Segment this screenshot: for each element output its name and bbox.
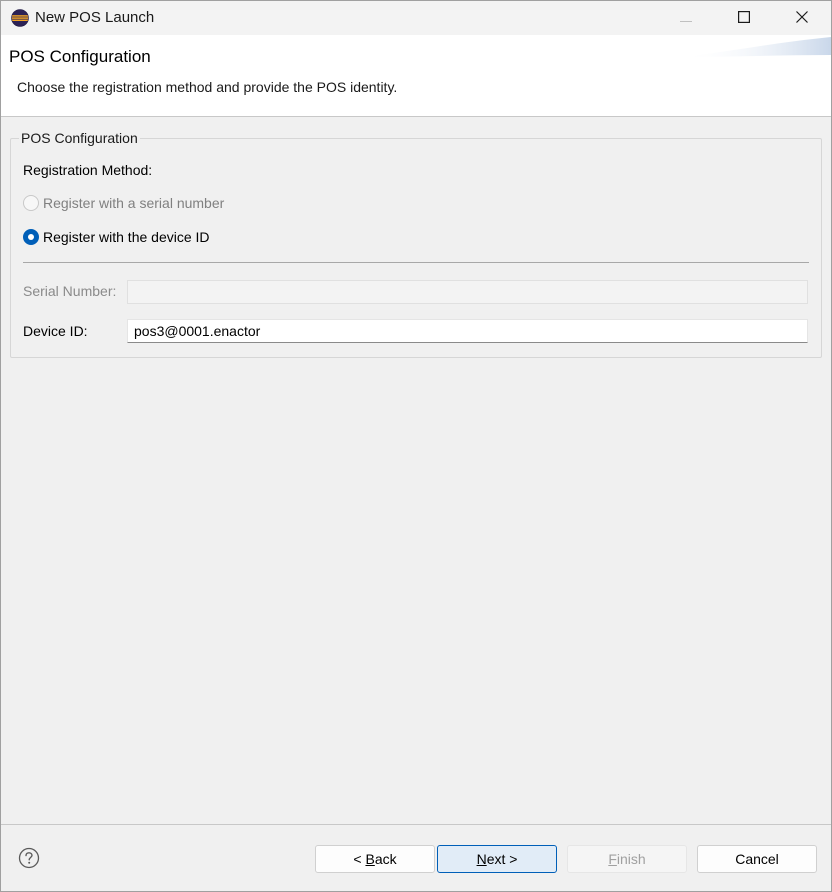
window-title: New POS Launch: [35, 9, 155, 26]
finish-rest: inish: [616, 851, 646, 867]
next-button[interactable]: Next >: [437, 845, 557, 873]
next-mnemonic: N: [476, 851, 487, 867]
group-label: POS Configuration: [19, 130, 140, 146]
registration-method-label: Registration Method:: [23, 162, 153, 178]
radio-unchecked-icon: [23, 195, 39, 211]
back-prefix: <: [353, 851, 366, 867]
radio-checked-icon: [23, 229, 39, 245]
radio-serial-number-label: Register with a serial number: [43, 195, 225, 211]
dialog-window: New POS Launch POS Configuration Choose …: [0, 0, 832, 892]
maximize-button[interactable]: [715, 1, 773, 35]
back-rest: ack: [374, 851, 397, 867]
serial-number-input[interactable]: [127, 280, 808, 304]
cancel-button[interactable]: Cancel: [697, 845, 817, 873]
radio-device-id-label: Register with the device ID: [43, 229, 210, 245]
help-icon[interactable]: [18, 847, 40, 869]
radio-serial-number[interactable]: Register with a serial number: [23, 195, 224, 211]
minimize-icon: [680, 10, 692, 26]
back-mnemonic: B: [365, 851, 375, 867]
device-id-label: Device ID:: [23, 323, 88, 339]
device-id-input[interactable]: [127, 319, 808, 343]
next-rest: ext >: [486, 851, 518, 867]
eclipse-app-icon: [11, 9, 29, 27]
banner-swoosh-graphic: [681, 35, 831, 59]
footer-separator: [1, 824, 831, 825]
close-icon: [796, 10, 808, 26]
minimize-button[interactable]: [657, 1, 715, 35]
finish-mnemonic: F: [608, 851, 617, 867]
title-bar[interactable]: New POS Launch: [1, 1, 831, 35]
serial-number-label: Serial Number:: [23, 283, 117, 299]
back-button[interactable]: < Back: [315, 845, 435, 873]
close-button[interactable]: [773, 1, 831, 35]
separator: [23, 262, 809, 263]
page-description: Choose the registration method and provi…: [17, 79, 398, 95]
wizard-header: POS Configuration Choose the registratio…: [1, 35, 831, 117]
page-title: POS Configuration: [9, 47, 151, 66]
finish-button[interactable]: Finish: [567, 845, 687, 873]
radio-device-id[interactable]: Register with the device ID: [23, 229, 210, 245]
maximize-icon: [738, 10, 751, 26]
